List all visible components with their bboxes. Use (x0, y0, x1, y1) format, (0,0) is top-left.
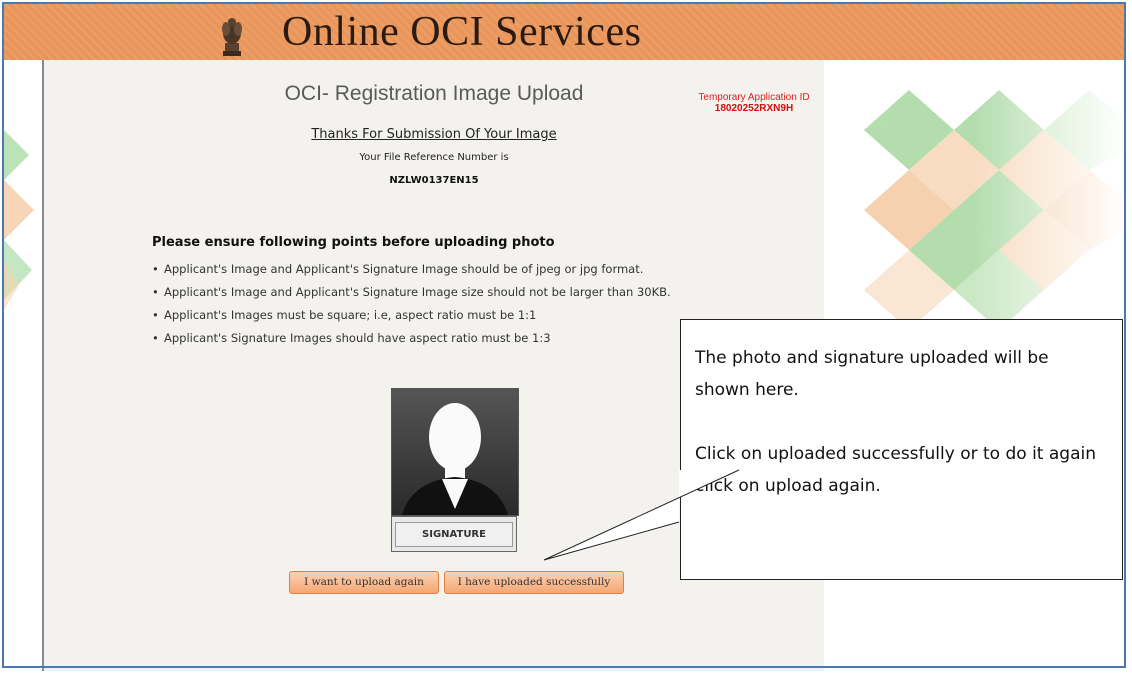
callout-pointer (543, 469, 740, 561)
